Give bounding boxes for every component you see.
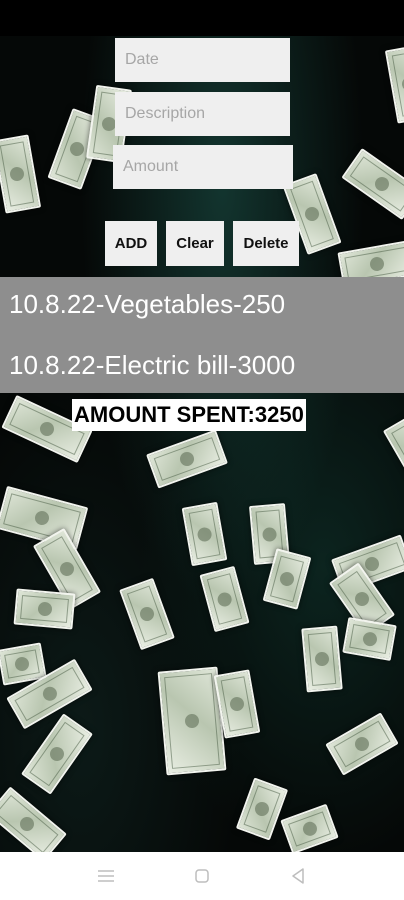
expense-list: 10.8.22-Vegetables-250 10.8.22-Electric … [0, 277, 404, 393]
banknote-image [342, 617, 397, 661]
back-icon[interactable] [286, 864, 310, 888]
date-input[interactable] [115, 38, 290, 82]
add-button[interactable]: ADD [105, 221, 157, 266]
banknote-image [0, 786, 67, 852]
system-navigation-bar [0, 852, 404, 900]
banknote-image [0, 134, 42, 214]
banknote-image [13, 588, 76, 630]
banknote-image [146, 429, 228, 489]
expense-list-item[interactable]: 10.8.22-Vegetables-250 [9, 289, 285, 320]
banknote-image [382, 412, 404, 496]
banknote-image [280, 803, 339, 852]
banknote-image [341, 148, 404, 220]
app-screen: ADD Clear Delete 10.8.22-Vegetables-250 … [0, 0, 404, 900]
banknote-image [301, 625, 343, 693]
banknote-image [181, 501, 228, 567]
banknote-image [384, 44, 404, 124]
clear-button[interactable]: Clear [166, 221, 224, 266]
amount-input[interactable] [113, 145, 293, 189]
menu-icon[interactable] [94, 864, 118, 888]
expense-list-item[interactable]: 10.8.22-Electric bill-3000 [9, 350, 295, 381]
banknote-image [21, 713, 93, 795]
description-input[interactable] [115, 92, 290, 136]
banknote-image [119, 577, 175, 651]
banknote-image [235, 777, 289, 841]
status-bar [0, 0, 404, 36]
banknote-image [325, 712, 399, 776]
home-icon[interactable] [190, 864, 214, 888]
amount-spent-total: AMOUNT SPENT:3250 [72, 399, 306, 431]
banknote-image [199, 565, 250, 633]
delete-button[interactable]: Delete [233, 221, 299, 266]
